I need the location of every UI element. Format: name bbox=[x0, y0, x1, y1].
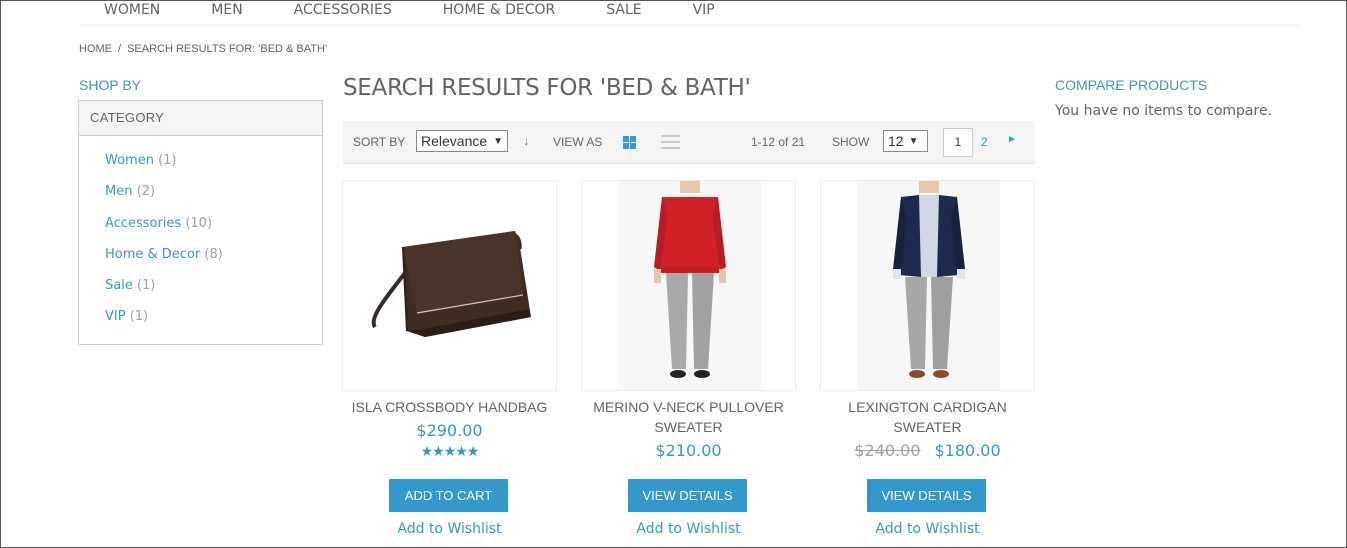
sort-by-value: Relevance bbox=[421, 133, 488, 149]
category-link-accessories[interactable]: Accessories bbox=[105, 216, 181, 231]
nav-women[interactable]: WOMEN bbox=[104, 1, 160, 19]
product-old-price: $240.00 bbox=[854, 441, 921, 460]
results-count: 1-12 of 21 bbox=[751, 135, 806, 149]
pagination-current: 1 bbox=[943, 128, 973, 157]
category-link-women[interactable]: Women bbox=[105, 153, 154, 168]
category-count: (2) bbox=[136, 184, 156, 200]
category-count: (1) bbox=[158, 153, 177, 168]
category-filter: CATEGORY Women (1) Men (2) Accessories (… bbox=[78, 100, 323, 345]
product-card: LEXINGTON CARDIGAN SWEATER $240.00 $180.0… bbox=[820, 180, 1035, 537]
product-image-pullover[interactable] bbox=[581, 180, 796, 391]
nav-vip[interactable]: VIP bbox=[693, 1, 715, 19]
product-name[interactable]: ISLA CROSSBODY HANDBAG bbox=[342, 397, 557, 417]
pagination-next-icon[interactable]: ► bbox=[1007, 134, 1017, 145]
results-toolbar: SORT BY Relevance ▼ ↓ VIEW AS 1-12 of 21… bbox=[343, 121, 1035, 164]
rating-stars: ★★★★★ bbox=[420, 443, 480, 459]
grid-view-icon[interactable] bbox=[623, 136, 636, 149]
category-count: (1) bbox=[129, 309, 149, 325]
shop-by-heading: SHOP BY bbox=[79, 77, 141, 93]
chevron-down-icon: ▼ bbox=[493, 135, 504, 147]
category-item: Accessories (10) bbox=[79, 216, 322, 247]
add-to-wishlist-link[interactable]: Add to Wishlist bbox=[820, 521, 1035, 537]
show-label: SHOW bbox=[832, 135, 870, 149]
product-price-group: $240.00 $180.00 bbox=[820, 441, 1035, 460]
chevron-down-icon: ▼ bbox=[908, 135, 919, 147]
compare-empty-text: You have no items to compare. bbox=[1055, 103, 1273, 119]
category-link-men[interactable]: Men bbox=[105, 184, 132, 199]
product-card: MERINO V-NECK PULLOVER SWEATER $210.00 V… bbox=[581, 180, 796, 537]
add-to-wishlist-link[interactable]: Add to Wishlist bbox=[581, 521, 796, 537]
category-count: (1) bbox=[136, 278, 156, 294]
product-image-handbag[interactable] bbox=[342, 180, 557, 391]
show-per-page-select[interactable]: 12 ▼ bbox=[883, 130, 928, 152]
product-price: $210.00 bbox=[655, 441, 722, 460]
category-link-sale[interactable]: Sale bbox=[105, 278, 133, 293]
view-as-label: VIEW AS bbox=[553, 135, 603, 149]
view-details-button[interactable]: VIEW DETAILS bbox=[867, 479, 986, 512]
nav-men[interactable]: MEN bbox=[211, 1, 242, 19]
add-to-cart-button[interactable]: ADD TO CART bbox=[389, 479, 508, 512]
category-count: (8) bbox=[204, 246, 223, 262]
product-price: $290.00 bbox=[416, 421, 483, 440]
show-per-page-value: 12 bbox=[888, 133, 904, 149]
product-sale-price: $180.00 bbox=[934, 441, 1001, 460]
compare-products-heading: COMPARE PRODUCTS bbox=[1055, 77, 1208, 93]
product-name[interactable]: MERINO V-NECK PULLOVER SWEATER bbox=[581, 397, 796, 437]
category-header: CATEGORY bbox=[79, 101, 322, 136]
breadcrumb-separator: / bbox=[118, 43, 122, 55]
category-item: Women (1) bbox=[79, 153, 322, 184]
category-link-vip[interactable]: VIP bbox=[105, 309, 126, 324]
category-item: Home & Decor (8) bbox=[79, 247, 322, 278]
product-card: ISLA CROSSBODY HANDBAG $290.00 ★★★★★ ADD… bbox=[342, 180, 557, 537]
list-view-icon[interactable] bbox=[661, 135, 680, 149]
nav-sale[interactable]: SALE bbox=[606, 1, 641, 19]
top-navigation: WOMEN MEN ACCESSORIES HOME & DECOR SALE … bbox=[79, 1, 1299, 26]
sort-direction-icon[interactable]: ↓ bbox=[523, 133, 530, 148]
add-to-wishlist-link[interactable]: Add to Wishlist bbox=[342, 521, 557, 537]
product-image-cardigan[interactable] bbox=[820, 180, 1035, 391]
breadcrumb-current: SEARCH RESULTS FOR: 'BED & BATH' bbox=[127, 43, 328, 55]
category-item: VIP (1) bbox=[79, 309, 322, 340]
nav-home-decor[interactable]: HOME & DECOR bbox=[443, 1, 555, 19]
breadcrumb-home[interactable]: HOME bbox=[79, 43, 112, 55]
sort-by-label: SORT BY bbox=[353, 135, 406, 149]
page-title: SEARCH RESULTS FOR 'BED & BATH' bbox=[343, 75, 751, 101]
pagination-page-2[interactable]: 2 bbox=[981, 135, 988, 149]
sort-by-select[interactable]: Relevance ▼ bbox=[416, 130, 509, 152]
category-item: Sale (1) bbox=[79, 278, 322, 309]
category-item: Men (2) bbox=[79, 184, 322, 215]
product-name[interactable]: LEXINGTON CARDIGAN SWEATER bbox=[820, 397, 1035, 437]
category-count: (10) bbox=[185, 215, 213, 231]
category-link-home-decor[interactable]: Home & Decor bbox=[105, 247, 200, 262]
nav-accessories[interactable]: ACCESSORIES bbox=[294, 1, 392, 19]
category-list: Women (1) Men (2) Accessories (10) Home … bbox=[79, 136, 322, 341]
breadcrumb: HOME / SEARCH RESULTS FOR: 'BED & BATH' bbox=[79, 43, 327, 55]
view-details-button[interactable]: VIEW DETAILS bbox=[628, 479, 747, 512]
